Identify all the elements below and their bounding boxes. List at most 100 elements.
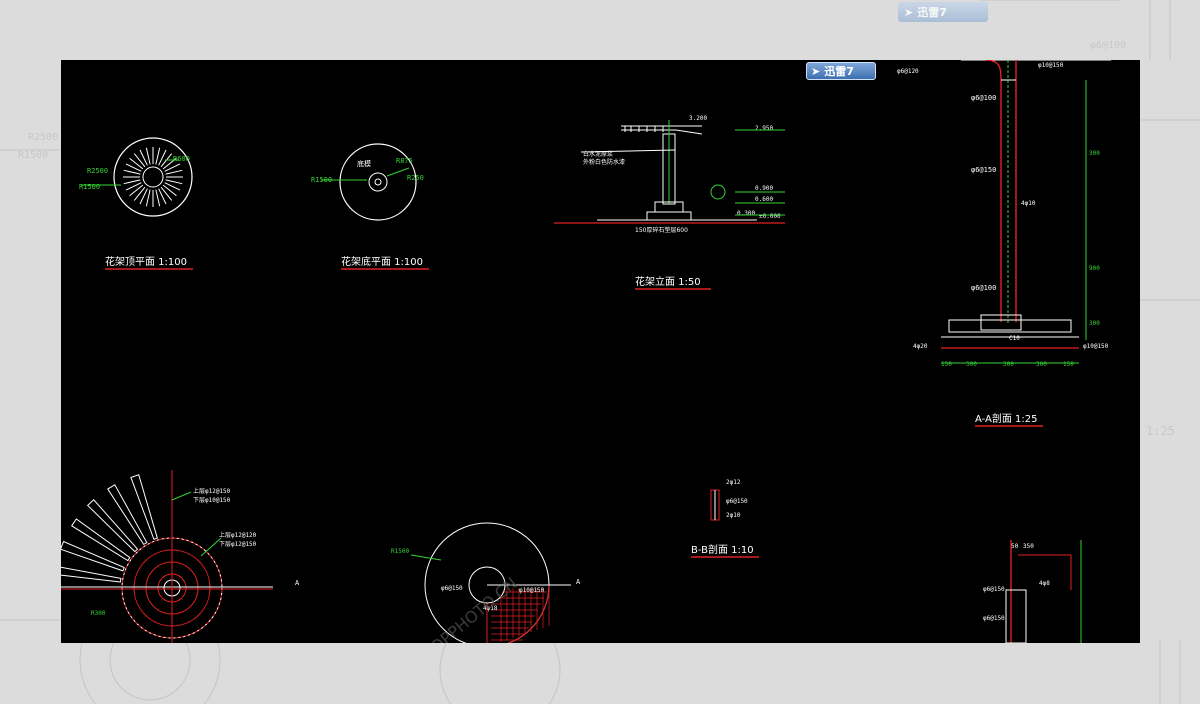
bottom-left-plan: 上层φ12@150 下层φ10@150 上层φ12@120 下层φ12@150 …	[61, 470, 300, 643]
rafter-line	[125, 163, 142, 172]
section-aa: φ6@100 φ6@150 φ6@100 4φ10 φ10@150 φ6@120…	[897, 60, 1111, 427]
section-bb: 2φ12 φ6@150 2φ10 B-B剖面 1:10	[691, 479, 759, 558]
aa-level-3: 300	[1089, 320, 1100, 327]
bl-label-3: 上层φ12@120	[219, 531, 257, 539]
elev-level-1: 3.200	[689, 115, 707, 122]
aa-dim-3: 300	[1003, 361, 1014, 368]
app-badge-faded-label: 迅雷7	[917, 6, 947, 19]
aa-dim-1: 150	[941, 361, 952, 368]
rafter-beam	[107, 484, 148, 546]
app-badge[interactable]: ➤ 迅雷7	[806, 62, 876, 80]
backdrop-title: 1:25	[1146, 424, 1175, 438]
rafter-line	[123, 169, 141, 175]
section-aa-title: A-A剖面 1:25	[975, 412, 1038, 425]
rafter-line	[145, 189, 151, 207]
rafter-line	[129, 184, 144, 197]
elevation: 3.200 2.950 0.900 0.600 0.300 ±0.000 白水泥…	[554, 115, 785, 290]
backdrop-label-b: R1500	[18, 150, 48, 161]
elev-level-2: 2.950	[755, 125, 773, 132]
bl-label-1: 上层φ12@150	[193, 487, 231, 495]
app-badge-label: 迅雷7	[824, 65, 854, 78]
rafter-line	[129, 157, 144, 170]
aa-rebar-1: φ6@100	[971, 94, 996, 102]
rafter-beam	[61, 540, 125, 572]
rafter-line	[164, 163, 181, 172]
cad-canvas[interactable]: R2500 R1500 R600 花架顶平面 1:100 底模 R1500 R8…	[61, 60, 1140, 643]
bottom-right-detail: 50 350 4φ8 φ6@150 φ6@150	[983, 540, 1082, 643]
rafter-line	[125, 182, 142, 191]
top-plan-r3: R600	[173, 155, 190, 163]
bl-label-5: R300	[91, 610, 106, 617]
rafter-line	[155, 189, 161, 207]
elevation-title: 花架立面 1:50	[635, 275, 701, 288]
section-bb-title: B-B剖面 1:10	[691, 543, 754, 556]
aa-level-2: 900	[1089, 265, 1100, 272]
bl-label-6: A	[295, 579, 300, 587]
bird-icon: ➤	[811, 64, 821, 78]
bl-label-4: 下层φ12@150	[219, 541, 257, 548]
rafter-beam	[86, 499, 139, 553]
aa-dim-6: C10	[1009, 335, 1020, 342]
aa-dim-5: 150	[1063, 361, 1074, 368]
bb-label-1: 2φ12	[726, 479, 741, 486]
bm-label-4: φ10@150	[519, 587, 545, 594]
aa-rebar-3: φ6@100	[971, 284, 996, 292]
aa-rebar-8: 4φ20	[913, 343, 928, 350]
rafter-line	[164, 182, 181, 191]
rafter-line	[133, 186, 146, 201]
elev-level-4: 0.600	[755, 196, 773, 203]
bottom-plan-note: 底模	[357, 159, 371, 168]
bm-label-5: A	[576, 578, 581, 586]
aa-level-1: 300	[1089, 150, 1100, 157]
br-label-1: 50	[1011, 543, 1019, 550]
backdrop-label-c: φ6@100	[1090, 40, 1126, 51]
bottom-plan: 底模 R1500 R875 R250 花架底平面 1:100	[311, 143, 429, 270]
top-plan: R2500 R1500 R600 花架顶平面 1:100	[79, 137, 193, 270]
elev-note-1: 白水泥原浆	[583, 150, 613, 158]
br-label-3: 4φ8	[1039, 580, 1050, 587]
rafter-beam	[71, 518, 131, 562]
rafter-beam	[130, 474, 158, 540]
bb-label-3: 2φ10	[726, 512, 741, 519]
bottom-plan-r3: R250	[407, 174, 424, 182]
rafter-line	[139, 149, 148, 166]
bird-icon: ➤	[904, 5, 914, 19]
rafter-line	[158, 188, 167, 205]
br-label-4: φ6@150	[983, 586, 1005, 593]
rafter-beam	[61, 566, 122, 583]
rafter-line	[133, 153, 146, 168]
bb-label-2: φ6@150	[726, 498, 748, 505]
rafter-line	[145, 147, 151, 165]
rafter-line	[162, 184, 177, 197]
rafter-line	[160, 186, 173, 201]
elev-note-2: 外粉白色防水漆	[583, 158, 625, 166]
elev-level-5: 0.300	[737, 210, 755, 217]
app-badge-faded: ➤ 迅雷7	[898, 2, 988, 22]
br-label-5: φ6@150	[983, 615, 1005, 622]
elev-note-3: 150厚碎石垫层600	[635, 226, 688, 234]
bottom-middle-plan: R1500 φ6@150 4φ18 φ10@150 A	[391, 522, 581, 643]
br-label-2: 350	[1023, 543, 1034, 550]
bottom-plan-r2: R875	[396, 157, 413, 165]
aa-dim-2: 300	[966, 361, 977, 368]
backdrop-label-a: R2500	[28, 132, 58, 143]
aa-rebar-5: φ10@150	[1038, 62, 1064, 69]
aa-rebar-4: 4φ10	[1021, 200, 1036, 207]
top-plan-r1: R2500	[87, 167, 108, 175]
elev-level-3: 0.900	[755, 185, 773, 192]
bottom-plan-r1: R1500	[311, 176, 332, 184]
bl-label-2: 下层φ10@150	[193, 497, 231, 504]
rafter-line	[139, 188, 148, 205]
aa-rebar-2: φ6@150	[971, 166, 996, 174]
rafter-line	[165, 169, 183, 175]
rafter-line	[158, 149, 167, 166]
bm-label-1: R1500	[391, 548, 409, 555]
rafter-line	[165, 179, 183, 185]
bm-label-2: φ6@150	[441, 585, 463, 592]
aa-rebar-6: φ6@120	[897, 68, 919, 75]
aa-dim-4: 300	[1036, 361, 1047, 368]
top-plan-r2: R1500	[79, 183, 100, 191]
aa-rebar-7: φ10@150	[1083, 343, 1109, 350]
rafter-line	[155, 147, 161, 165]
rafter-line	[123, 179, 141, 185]
